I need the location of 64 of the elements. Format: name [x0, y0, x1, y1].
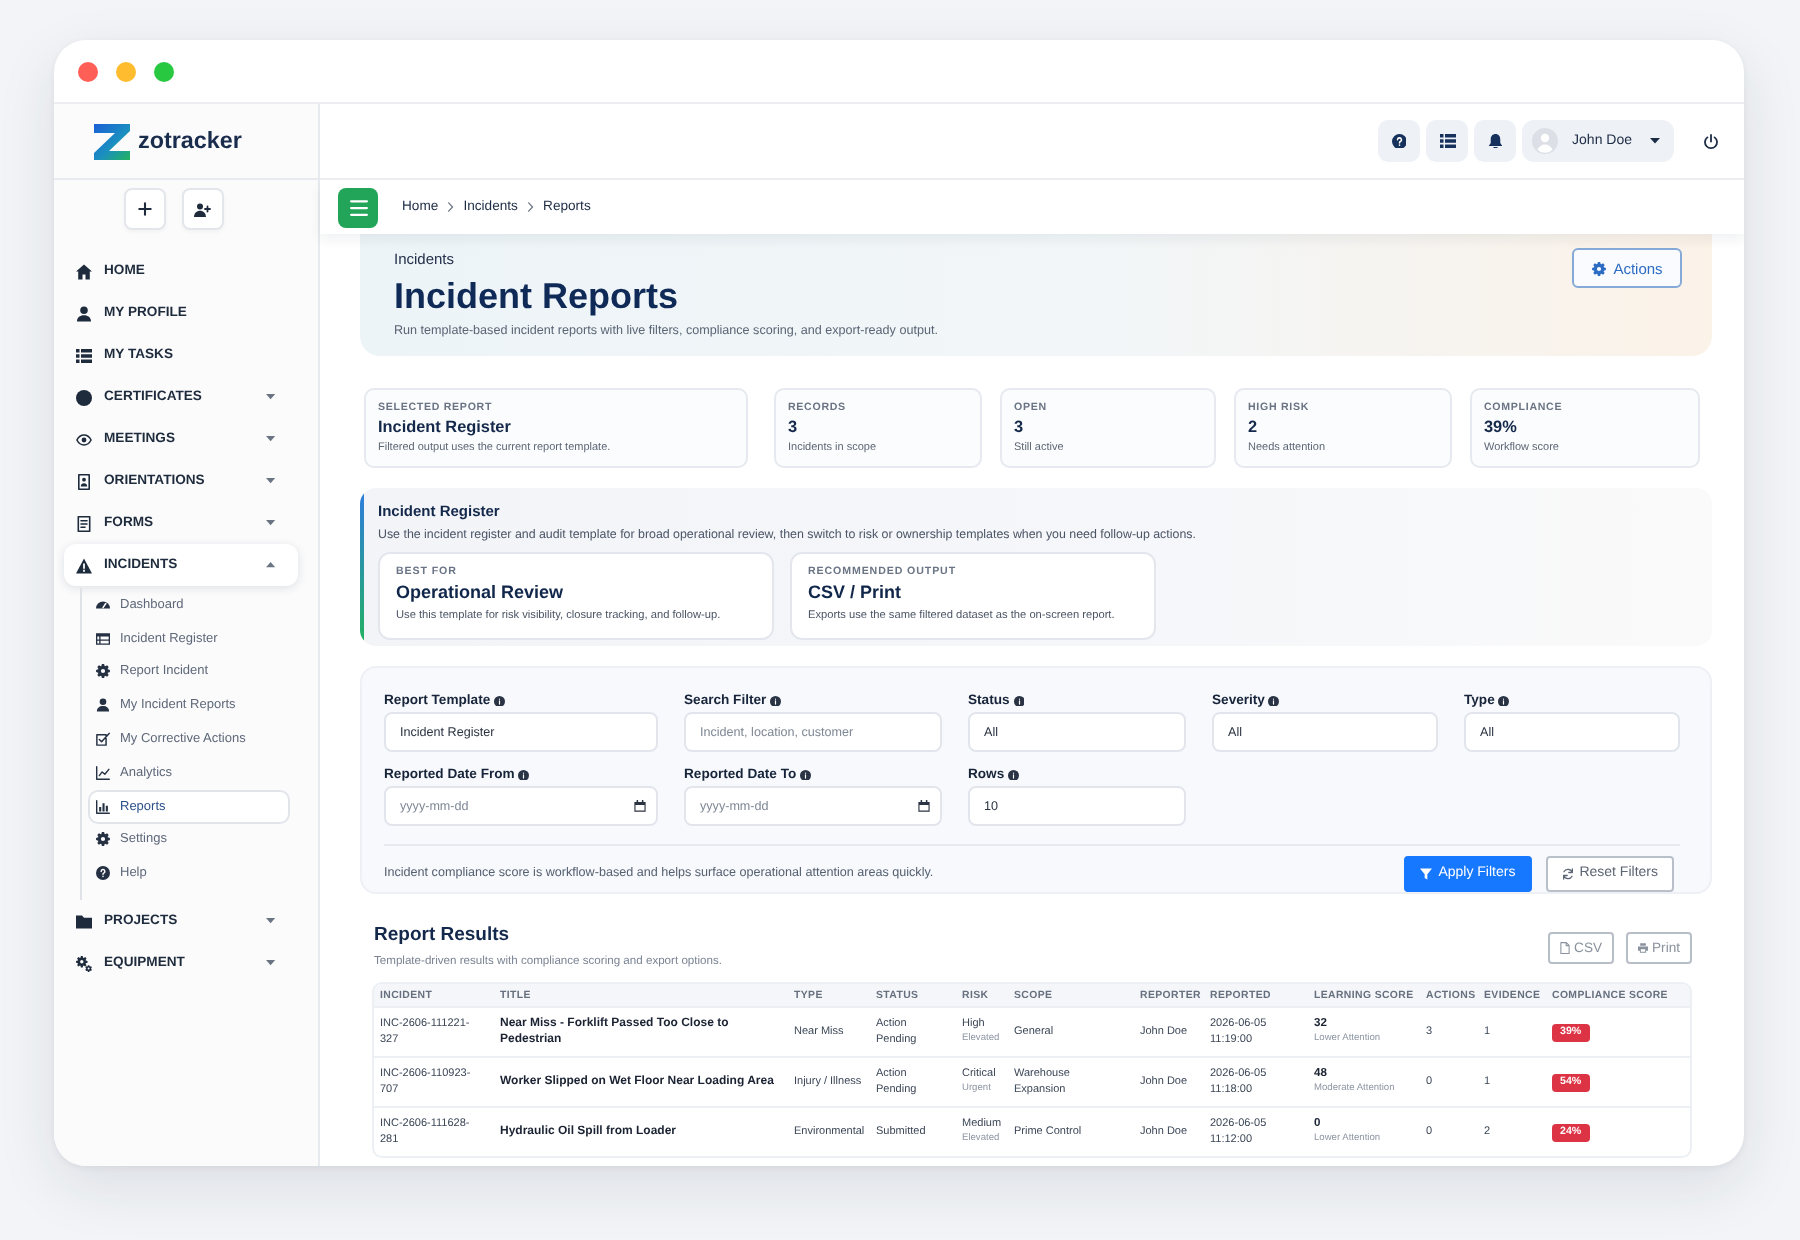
info-icon — [800, 769, 812, 781]
notifications-button[interactable] — [1474, 120, 1517, 162]
caret-down-icon — [1650, 138, 1660, 144]
gear-icon — [1591, 261, 1606, 275]
stat-value: 2 — [1248, 418, 1260, 438]
line-chart-icon — [96, 765, 110, 780]
help-button[interactable] — [1378, 120, 1421, 162]
info-icon — [1498, 695, 1510, 707]
menu-button[interactable] — [338, 187, 378, 227]
chevron-right-icon — [527, 202, 534, 212]
info-icon — [494, 695, 506, 707]
home-icon — [76, 263, 92, 279]
card-value: Operational Review — [396, 582, 566, 604]
add-user-button[interactable] — [182, 188, 224, 230]
folder-icon — [76, 913, 92, 930]
info-icon — [1008, 769, 1020, 781]
settings-icon — [96, 832, 110, 847]
power-icon — [1704, 133, 1718, 149]
file-icon — [1560, 942, 1571, 954]
gears-icon — [76, 955, 92, 972]
bell-icon — [1487, 133, 1503, 149]
avatar-icon — [1532, 128, 1559, 154]
document-icon — [76, 515, 92, 531]
chevron-right-icon — [448, 202, 454, 212]
close-window-icon[interactable] — [78, 61, 98, 81]
id-badge-icon — [76, 473, 92, 489]
plus-icon — [138, 202, 152, 216]
logo-icon — [94, 123, 130, 159]
list-icon — [1439, 134, 1456, 148]
menu-icon — [349, 199, 367, 215]
help-icon — [96, 866, 110, 881]
printer-icon — [1638, 942, 1649, 954]
add-user-icon — [194, 201, 212, 217]
results-title: Report Results — [374, 924, 512, 948]
gear-icon — [96, 664, 110, 679]
calendar-icon — [634, 800, 646, 812]
stat-value: 3 — [788, 418, 800, 438]
list-icon — [76, 347, 92, 363]
stat-value: 39% — [1484, 418, 1519, 438]
help-icon — [1391, 133, 1407, 149]
list-button[interactable] — [1426, 120, 1469, 162]
info-icon — [770, 695, 782, 707]
circle-icon — [76, 389, 92, 405]
calendar-icon — [918, 800, 930, 812]
card-value: CSV / Print — [808, 582, 904, 604]
user-icon — [96, 698, 110, 713]
table-icon — [96, 631, 110, 646]
stat-value: 3 — [1014, 418, 1026, 438]
stat-value: Incident Register — [378, 418, 513, 438]
filter-icon — [1420, 867, 1433, 879]
brand-name: zotracker — [138, 128, 242, 154]
info-icon — [1013, 695, 1025, 707]
info-icon — [1268, 695, 1280, 707]
eye-icon — [76, 431, 92, 447]
user-icon — [76, 305, 92, 321]
add-button[interactable] — [124, 188, 166, 230]
power-button[interactable] — [1704, 133, 1718, 149]
info-icon — [518, 769, 530, 781]
refresh-icon — [1561, 867, 1574, 879]
checked-box-icon — [96, 732, 110, 747]
page-title: Incident Reports — [394, 276, 681, 316]
bar-chart-icon — [96, 799, 110, 814]
gauge-icon — [96, 597, 110, 612]
warning-icon — [76, 557, 92, 573]
